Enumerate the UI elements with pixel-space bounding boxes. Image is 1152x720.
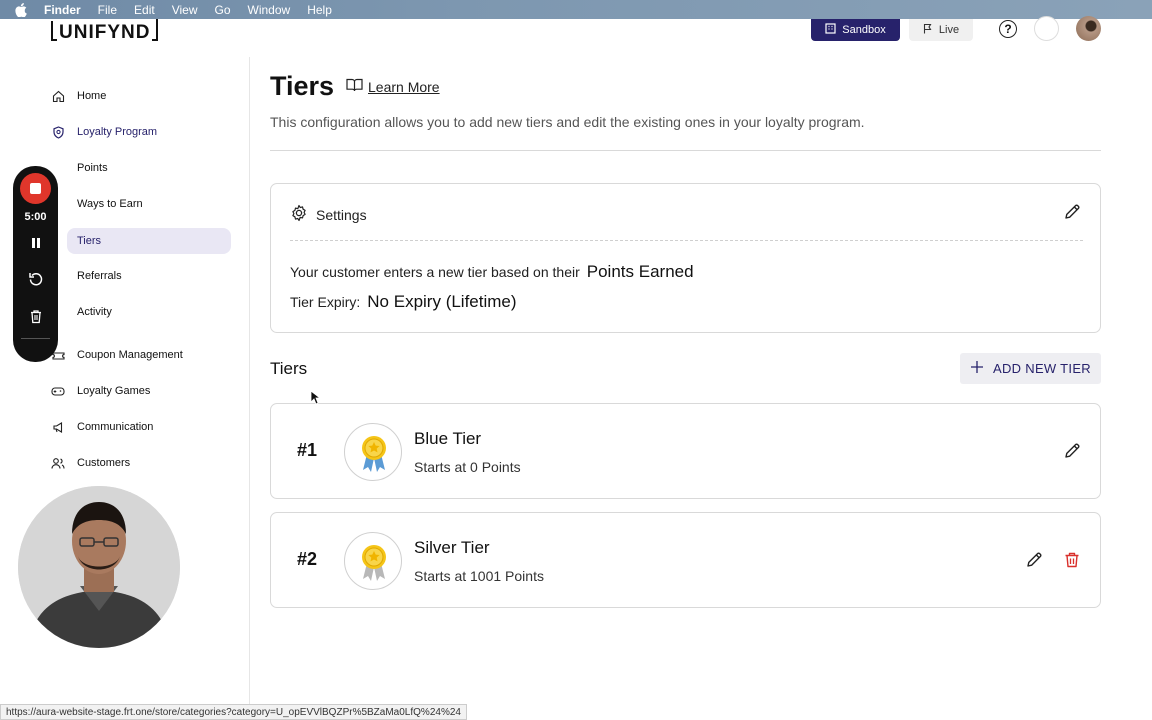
tier-rank: #1 (297, 440, 318, 460)
sidebar-item-communication[interactable]: Communication (51, 415, 153, 439)
menu-help[interactable]: Help (307, 3, 332, 17)
pause-icon[interactable] (26, 233, 46, 253)
divider (270, 150, 1101, 151)
gear-icon (290, 204, 308, 225)
app-header: UNIFYND Sandbox Live ? (0, 16, 1152, 57)
gamepad-icon (51, 384, 65, 398)
building-icon (825, 23, 836, 37)
sidebar-item-loyalty-program[interactable]: Loyalty Program (51, 120, 157, 144)
dashed-divider (290, 240, 1083, 241)
menu-go[interactable]: Go (215, 3, 231, 17)
sidebar-item-points[interactable]: Points (77, 156, 108, 180)
menu-finder[interactable]: Finder (44, 3, 81, 17)
help-icon[interactable]: ? (999, 20, 1017, 38)
plus-icon (970, 360, 984, 377)
record-stop-button[interactable] (20, 173, 51, 204)
edit-tier-pencil-icon[interactable] (1025, 551, 1043, 569)
avatar[interactable] (1076, 16, 1101, 41)
medal-icon (344, 532, 402, 590)
shield-icon (51, 125, 65, 139)
page-description: This configuration allows you to add new… (270, 114, 865, 130)
sidebar-item-loyalty-games[interactable]: Loyalty Games (51, 379, 150, 403)
tiers-section-heading: Tiers (270, 359, 308, 378)
sidebar-item-referrals[interactable]: Referrals (77, 264, 122, 288)
recorder-divider (21, 338, 50, 339)
sidebar-item-coupon-management[interactable]: Coupon Management (51, 343, 183, 367)
tier-entry-value: Points Earned (586, 262, 694, 281)
tier-name: Blue Tier (414, 429, 482, 448)
sidebar-item-home[interactable]: Home (51, 84, 106, 108)
megaphone-icon (51, 420, 65, 434)
menu-edit[interactable]: Edit (134, 3, 155, 17)
learn-more-link[interactable]: Learn More (346, 78, 440, 95)
edit-settings-pencil-icon[interactable] (1063, 203, 1081, 221)
mouse-cursor (310, 390, 322, 410)
status-bar-url: https://aura-website-stage.frt.one/store… (0, 704, 467, 720)
tier-card-blue: #1 Blue Tier Starts at 0 Points (270, 403, 1101, 499)
trash-icon[interactable] (26, 306, 46, 326)
sidebar-item-tiers[interactable]: Tiers (77, 229, 101, 253)
tier-rank: #2 (297, 549, 318, 569)
brand-logo[interactable]: UNIFYND (51, 19, 159, 44)
settings-header: Settings (290, 204, 367, 225)
recording-timer: 5:00 (24, 211, 47, 223)
tier-entry-rule: Your customer enters a new tier based on… (290, 262, 694, 281)
screen-recorder-widget: 5:00 (13, 166, 58, 362)
notification-circle[interactable] (1034, 16, 1059, 41)
home-icon (51, 89, 65, 103)
tier-start-points: Starts at 1001 Points (414, 568, 544, 584)
settings-card: Settings Your customer enters a new tier… (270, 183, 1101, 333)
menu-window[interactable]: Window (248, 3, 291, 17)
sidebar-item-customers[interactable]: Customers (51, 451, 130, 475)
restart-icon[interactable] (26, 269, 46, 289)
tier-expiry-value: No Expiry (Lifetime) (367, 292, 517, 311)
mac-menubar: Finder File Edit View Go Window Help (0, 0, 1152, 19)
tier-name: Silver Tier (414, 538, 490, 557)
add-new-tier-button[interactable]: ADD NEW TIER (960, 353, 1101, 384)
delete-tier-trash-icon[interactable] (1063, 551, 1081, 569)
apple-icon[interactable] (15, 2, 31, 17)
tier-start-points: Starts at 0 Points (414, 459, 521, 475)
tier-expiry-rule: Tier Expiry: No Expiry (Lifetime) (290, 292, 517, 311)
live-button[interactable]: Live (909, 19, 973, 41)
flag-icon (923, 23, 933, 37)
menu-file[interactable]: File (98, 3, 117, 17)
edit-tier-pencil-icon[interactable] (1063, 442, 1081, 460)
page-title: Tiers (270, 71, 335, 101)
webcam-overlay (18, 486, 180, 648)
tier-card-silver: #2 Silver Tier Starts at 1001 Points (270, 512, 1101, 608)
sandbox-button[interactable]: Sandbox (811, 19, 900, 41)
book-icon (346, 78, 363, 95)
users-icon (51, 456, 65, 470)
medal-icon (344, 423, 402, 481)
sidebar-item-activity[interactable]: Activity (77, 300, 112, 324)
sidebar-item-ways-to-earn[interactable]: Ways to Earn (77, 192, 143, 216)
menu-view[interactable]: View (172, 3, 198, 17)
